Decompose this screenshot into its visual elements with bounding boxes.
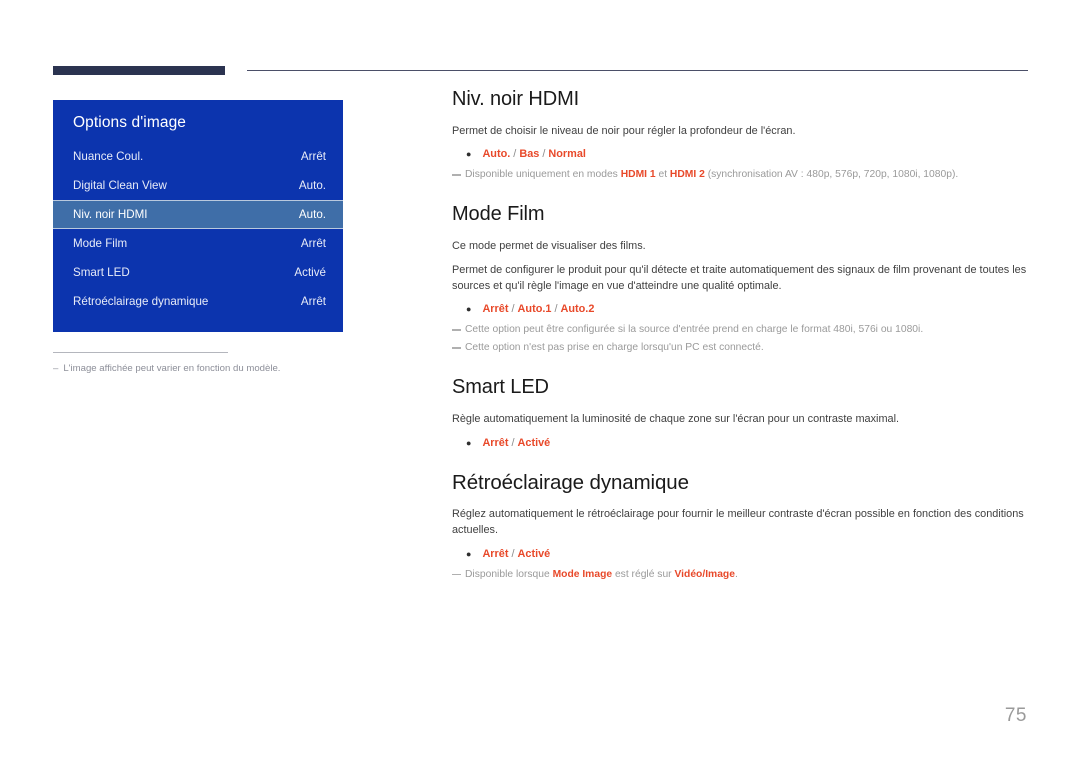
note-highlight: HDMI 1: [620, 169, 656, 181]
osd-item-label: Rétroéclairage dynamique: [73, 295, 209, 308]
osd-item-label: Niv. noir HDMI: [73, 208, 148, 221]
section-heading: Rétroéclairage dynamique: [452, 470, 689, 494]
section-note: Disponible uniquement en modes HDMI 1 et…: [452, 168, 1028, 183]
figure-footnote: – L'image affichée peut varier en foncti…: [53, 352, 343, 376]
option-separator: /: [508, 436, 518, 449]
osd-menu-item-niv-noir-hdmi[interactable]: Niv. noir HDMI Auto.: [53, 200, 343, 229]
option-values: Arrêt / Auto.1 / Auto.2: [482, 301, 594, 317]
note-dash-icon: [452, 329, 461, 331]
section-niv-noir-hdmi: Niv. noir HDMI Permet de choisir le nive…: [452, 88, 1028, 183]
section-retroeclairage-dynamique: Rétroéclairage dynamique Réglez automati…: [452, 471, 1028, 583]
osd-menu-item-retroeclairage-dynamique[interactable]: Rétroéclairage dynamique Arrêt: [53, 287, 343, 316]
option-value: Arrêt: [482, 547, 509, 560]
option-value: Normal: [548, 148, 586, 161]
option-value: Arrêt: [482, 436, 509, 449]
option-separator: /: [508, 547, 518, 560]
bullet-dot-icon: ●: [466, 437, 472, 448]
note-highlight: Vidéo/Image: [674, 568, 735, 580]
section-heading: Niv. noir HDMI: [452, 88, 580, 110]
page-number: 75: [1004, 705, 1027, 726]
note-highlight: HDMI 2: [669, 169, 705, 181]
osd-item-label: Nuance Coul.: [73, 150, 144, 163]
section-smart-led: Smart LED Règle automatiquement la lumin…: [452, 376, 1028, 450]
note-text: Cette option peut être configurée si la …: [465, 324, 924, 336]
section-note: Cette option n'est pas prise en charge l…: [452, 341, 1028, 356]
section-note: Disponible lorsque Mode Image est réglé …: [452, 568, 1028, 583]
bullet-dot-icon: ●: [466, 304, 472, 315]
content-column: Niv. noir HDMI Permet de choisir le nive…: [452, 88, 1028, 587]
footnote-dash: –: [53, 363, 59, 375]
left-column: Options d'image Nuance Coul. Arrêt Digit…: [53, 100, 343, 376]
osd-item-value: Arrêt: [300, 150, 326, 163]
note-text: Cette option n'est pas prise en charge l…: [465, 342, 764, 354]
bullet-dot-icon: ●: [466, 149, 472, 160]
section-mode-film: Mode Film Ce mode permet de visualiser d…: [452, 203, 1028, 356]
option-value: Auto.: [482, 148, 511, 161]
section-paragraph: Permet de choisir le niveau de noir pour…: [452, 125, 796, 137]
osd-menu-title: Options d'image: [73, 114, 187, 131]
note-part: et: [655, 169, 670, 181]
osd-menu-item-nuance-coul[interactable]: Nuance Coul. Arrêt: [53, 142, 343, 171]
osd-item-label: Smart LED: [73, 266, 130, 279]
osd-item-label: Digital Clean View: [73, 179, 167, 192]
footnote-row: – L'image affichée peut varier en foncti…: [53, 363, 343, 376]
note-part: (synchronisation AV : 480p, 576p, 720p, …: [704, 169, 959, 181]
option-values: Arrêt / Activé: [482, 435, 550, 451]
section-heading: Smart LED: [452, 376, 549, 399]
osd-item-value: Auto.: [298, 208, 326, 221]
option-values: Auto. / Bas / Normal: [482, 146, 586, 162]
note-dash-icon: [452, 174, 461, 176]
option-value: Auto.2: [560, 303, 595, 316]
option-values: Arrêt / Activé: [482, 546, 550, 562]
option-bullet: ● Arrêt / Auto.1 / Auto.2: [452, 301, 1028, 317]
header-rule-thin: [247, 70, 1028, 72]
osd-item-value: Activé: [294, 266, 326, 279]
option-value: Arrêt: [482, 303, 509, 316]
option-value: Activé: [517, 547, 551, 560]
section-note: Cette option peut être configurée si la …: [452, 323, 1028, 338]
footnote-divider: [53, 352, 228, 354]
osd-menu-item-smart-led[interactable]: Smart LED Activé: [53, 258, 343, 287]
option-value: Activé: [517, 436, 551, 449]
note-part: Disponible lorsque: [465, 568, 553, 580]
note-dash-icon: [452, 573, 461, 576]
osd-item-value: Arrêt: [300, 237, 326, 250]
osd-menu-item-mode-film[interactable]: Mode Film Arrêt: [53, 229, 343, 258]
note-text: Disponible uniquement en modes HDMI 1 et…: [465, 168, 958, 183]
option-bullet: ● Arrêt / Activé: [452, 435, 1028, 451]
section-paragraph: Réglez automatiquement le rétroéclairage…: [452, 508, 1024, 537]
option-value: Bas: [519, 148, 540, 161]
note-part: .: [734, 568, 738, 580]
osd-menu-panel: Options d'image Nuance Coul. Arrêt Digit…: [53, 100, 343, 332]
section-paragraph: Ce mode permet de visualiser des films.: [452, 240, 646, 253]
bullet-dot-icon: ●: [466, 548, 472, 559]
osd-menu-item-digital-clean-view[interactable]: Digital Clean View Auto.: [53, 171, 343, 200]
option-bullet: ● Arrêt / Activé: [452, 546, 1028, 562]
note-highlight: Mode Image: [552, 568, 613, 580]
footnote-label: L'image affichée peut varier en fonction…: [63, 363, 281, 375]
note-part: Disponible uniquement en modes: [465, 169, 621, 181]
note-dash-icon: [452, 347, 461, 349]
option-separator: /: [510, 148, 520, 161]
section-heading: Mode Film: [452, 203, 545, 226]
note-text: Disponible lorsque Mode Image est réglé …: [465, 568, 738, 583]
osd-item-label: Mode Film: [73, 237, 128, 250]
section-paragraph: Permet de configurer le produit pour qu'…: [452, 263, 1027, 292]
option-separator: /: [508, 303, 518, 316]
osd-item-value: Auto.: [298, 179, 326, 192]
osd-item-value: Arrêt: [300, 295, 326, 308]
option-value: Auto.1: [517, 303, 552, 316]
note-part: est réglé sur: [612, 568, 675, 580]
section-paragraph: Règle automatiquement la luminosité de c…: [452, 413, 900, 426]
header-rule-thick: [53, 66, 225, 75]
option-bullet: ● Auto. / Bas / Normal: [452, 146, 1028, 162]
option-separator: /: [551, 303, 561, 316]
header-rule-group: [53, 66, 1028, 76]
